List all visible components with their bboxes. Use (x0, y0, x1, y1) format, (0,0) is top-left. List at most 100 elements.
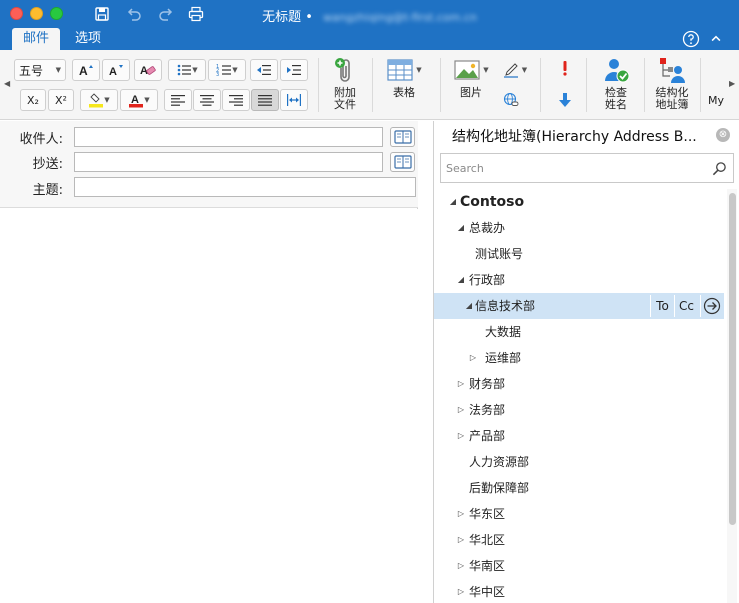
add-cc-button[interactable]: Cc (674, 295, 698, 317)
compose-pane: 收件人: 抄送: 主题: (0, 121, 418, 603)
justify-icon (258, 95, 272, 106)
title-bar: 无标题 • wangzhiqing@t-first.com.cn (0, 0, 739, 28)
cc-field[interactable] (74, 152, 383, 172)
align-center-icon (200, 95, 214, 106)
grow-font-button[interactable]: A (72, 59, 100, 81)
clear-formatting-button[interactable]: A (134, 59, 162, 81)
expanded-triangle-icon[interactable]: ◢ (448, 189, 458, 215)
low-importance-button[interactable] (554, 89, 576, 111)
tree-row[interactable]: ◢ 信息技术部 To Cc (434, 293, 724, 319)
ribbon-scroll-right-icon[interactable]: ▶ (729, 79, 735, 88)
expanded-triangle-icon[interactable]: ◢ (464, 293, 474, 319)
to-address-book-button[interactable] (390, 127, 415, 147)
tree-row[interactable]: ▷ 运维部 (434, 345, 724, 371)
tree-row-label: 财务部 (469, 377, 506, 391)
svg-text:A: A (109, 66, 117, 78)
add-to-button[interactable]: To (650, 295, 674, 317)
search-input[interactable] (446, 160, 706, 176)
high-importance-button[interactable] (554, 57, 576, 79)
tree-row[interactable]: ◢ 总裁办 (434, 215, 724, 241)
window-title-separator: • (305, 10, 313, 25)
font-size-value: 五号 (19, 63, 44, 78)
distributed-button[interactable] (280, 89, 308, 111)
attach-file-button[interactable]: 附加 文件 (326, 56, 364, 111)
tree-row[interactable]: 测试账号 (434, 241, 724, 267)
align-right-button[interactable] (222, 89, 250, 111)
chevron-down-icon: ▼ (521, 66, 528, 74)
tab-mail[interactable]: 邮件 (12, 28, 61, 50)
ribbon-scroll-left-icon[interactable]: ◀ (4, 79, 10, 88)
my-add-in-label[interactable]: My (708, 94, 724, 107)
tree-row[interactable]: 人力资源部 (434, 449, 724, 475)
ribbon-tab-bar: 邮件 选项 (0, 28, 739, 50)
window-title-account: wangzhiqing@t-first.com.cn (323, 11, 477, 24)
tree-row[interactable]: ◢ Contoso (434, 189, 724, 215)
department-tree: ◢ Contoso ◢ 总裁办 测试账号 ◢ 行政部 ◢ 信息技术部 To Cc 大数据 ▷ 运维部 ▷ 财务… (434, 189, 724, 603)
hierarchy-address-book-button[interactable]: 结构化 地址簿 (650, 56, 694, 111)
collapsed-triangle-icon[interactable]: ▷ (456, 397, 466, 423)
collapsed-triangle-icon[interactable]: ▷ (456, 527, 466, 553)
check-names-button[interactable]: 检查 姓名 (596, 56, 636, 111)
ribbon-separator (644, 58, 645, 112)
collapsed-triangle-icon[interactable]: ▷ (456, 579, 466, 603)
ribbon: ◀ ▶ 五号 ▼ A A A ▼ 123 ▼ X₂ X² ▼ A ▼ 附加 文件… (0, 50, 739, 120)
align-left-icon (171, 95, 185, 106)
shrink-font-button[interactable]: A (102, 59, 130, 81)
font-color-button[interactable]: A ▼ (120, 89, 158, 111)
align-left-button[interactable] (164, 89, 192, 111)
font-size-select[interactable]: 五号 ▼ (14, 59, 66, 81)
to-field[interactable] (74, 127, 383, 147)
hyperlink-button[interactable] (498, 89, 524, 111)
outlook-compose-window: 无标题 • wangzhiqing@t-first.com.cn 邮件 选项 ◀… (0, 0, 739, 603)
bullets-button[interactable]: ▼ (168, 59, 206, 81)
distribute-icon (287, 94, 301, 106)
table-button[interactable]: ▼ 表格 (382, 56, 426, 99)
collapse-ribbon-icon[interactable] (707, 30, 725, 48)
window-title-text: 无标题 (262, 10, 302, 25)
tree-row[interactable]: ▷ 华中区 (434, 579, 724, 603)
align-center-button[interactable] (193, 89, 221, 111)
tab-options[interactable]: 选项 (64, 28, 112, 50)
superscript-button[interactable]: X² (48, 89, 74, 111)
increase-indent-button[interactable] (280, 59, 308, 81)
ribbon-separator (440, 58, 441, 112)
picture-button[interactable]: ▼ 图片 (450, 56, 492, 99)
message-body[interactable] (0, 209, 418, 603)
tree-row-label: 产品部 (469, 429, 506, 443)
tree-row[interactable]: ▷ 产品部 (434, 423, 724, 449)
collapsed-triangle-icon[interactable]: ▷ (468, 345, 478, 371)
expanded-triangle-icon[interactable]: ◢ (456, 215, 466, 241)
tree-row[interactable]: ◢ 行政部 (434, 267, 724, 293)
panel-header: 结构化地址簿(Hierarchy Address B... ⊗ (434, 121, 739, 149)
collapsed-triangle-icon[interactable]: ▷ (456, 501, 466, 527)
panel-close-icon[interactable]: ⊗ (716, 128, 730, 142)
tree-row[interactable]: 大数据 (434, 319, 724, 345)
subject-field[interactable] (74, 177, 416, 197)
check-names-label: 检查 姓名 (605, 86, 627, 111)
tree-row-label: 人力资源部 (469, 455, 530, 469)
open-department-button[interactable] (700, 295, 722, 317)
search-icon[interactable] (712, 161, 727, 176)
collapsed-triangle-icon[interactable]: ▷ (456, 423, 466, 449)
collapsed-triangle-icon[interactable]: ▷ (456, 371, 466, 397)
tree-row[interactable]: ▷ 财务部 (434, 371, 724, 397)
attach-file-label: 附加 文件 (334, 86, 356, 111)
cc-address-book-button[interactable] (390, 152, 415, 172)
tree-row[interactable]: ▷ 法务部 (434, 397, 724, 423)
subscript-button[interactable]: X₂ (20, 89, 46, 111)
tree-scrollbar-thumb[interactable] (729, 193, 736, 525)
help-icon[interactable] (682, 30, 700, 48)
signature-button[interactable]: ▼ (498, 59, 532, 81)
expanded-triangle-icon[interactable]: ◢ (456, 267, 466, 293)
decrease-indent-button[interactable] (250, 59, 278, 81)
highlight-button[interactable]: ▼ (80, 89, 118, 111)
numbering-button[interactable]: 123 ▼ (208, 59, 246, 81)
collapsed-triangle-icon[interactable]: ▷ (456, 553, 466, 579)
tree-row[interactable]: ▷ 华东区 (434, 501, 724, 527)
tree-scrollbar[interactable] (727, 189, 737, 603)
tree-row[interactable]: 后勤保障部 (434, 475, 724, 501)
tree-row[interactable]: ▷ 华南区 (434, 553, 724, 579)
check-names-icon (605, 59, 630, 83)
justify-button[interactable] (251, 89, 279, 111)
tree-row[interactable]: ▷ 华北区 (434, 527, 724, 553)
